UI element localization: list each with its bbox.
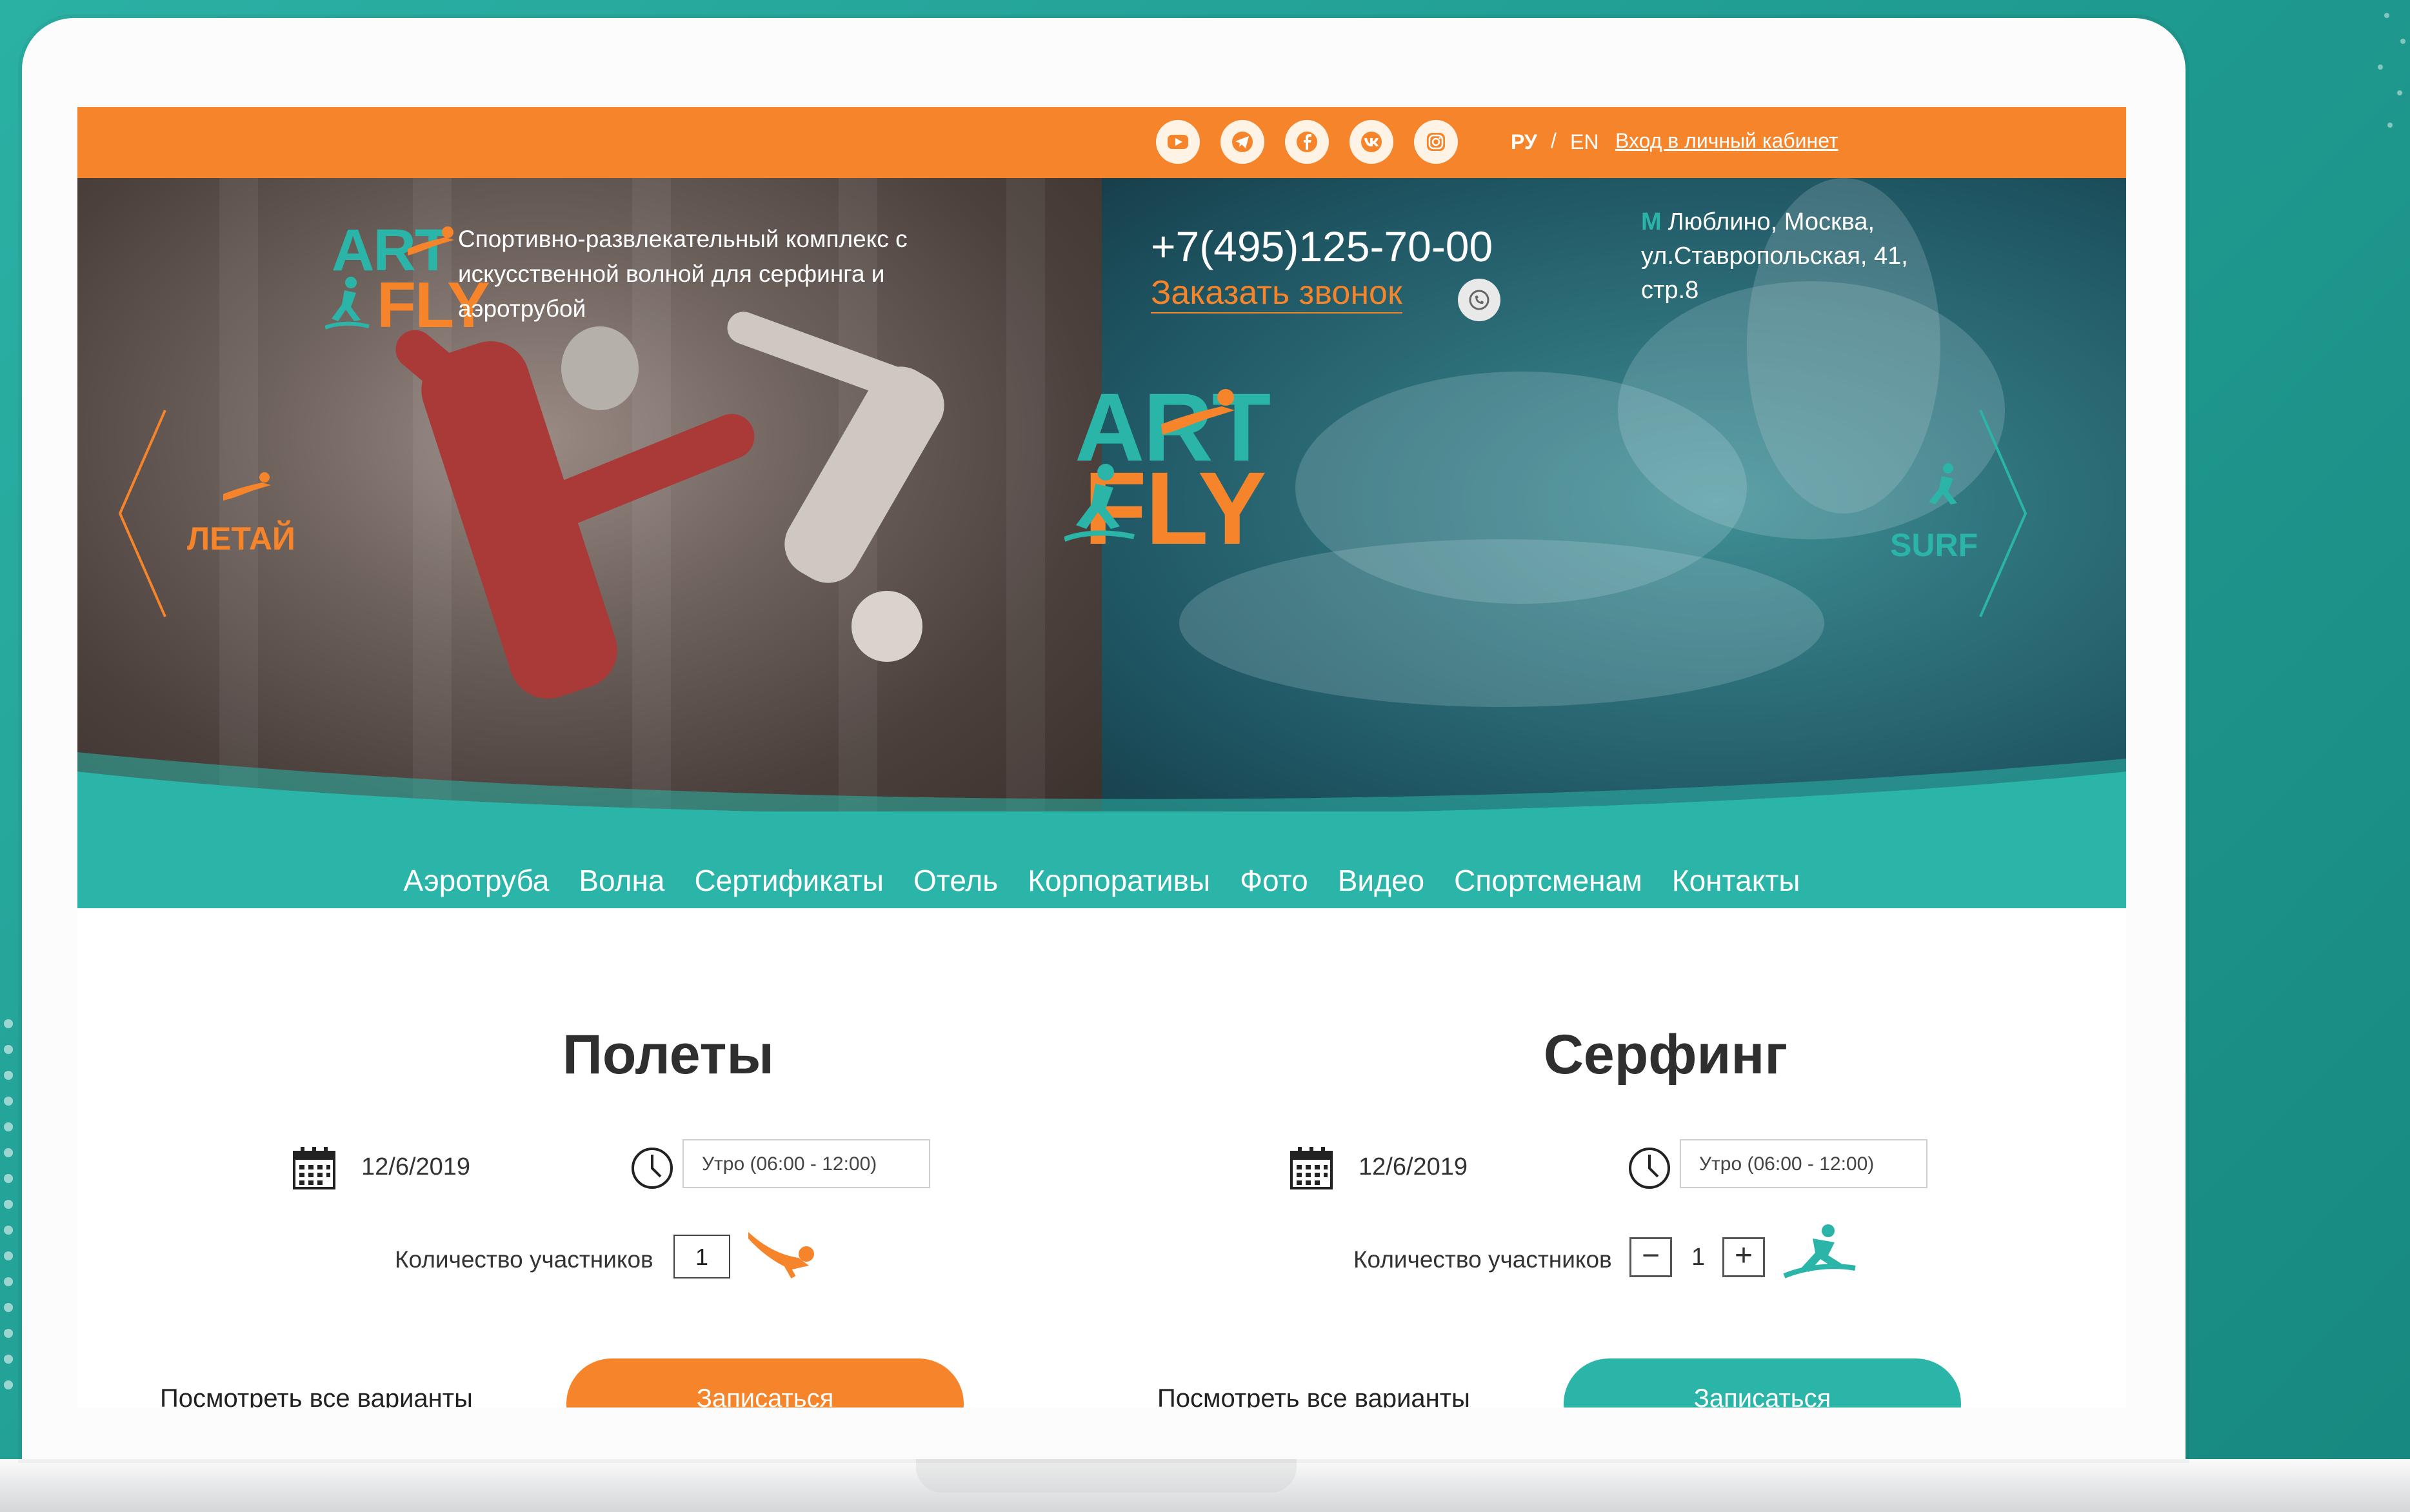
flights-time-select[interactable]: Утро (06:00 - 12:00) bbox=[682, 1139, 930, 1188]
surf-slide-icon bbox=[1929, 463, 1957, 504]
calendar-icon[interactable] bbox=[1289, 1146, 1334, 1191]
nav-item-certificates[interactable]: Сертификаты bbox=[694, 863, 884, 898]
surfing-qty-label: Количество участников bbox=[1353, 1246, 1612, 1273]
address-text: Люблино, Москва, ул.Ставропольская, 41, … bbox=[1641, 208, 1908, 304]
slider-prev-arrow[interactable] bbox=[114, 404, 178, 623]
laptop-frame: РУ / EN Вход в личный кабинет ART FLY Сп… bbox=[22, 18, 2186, 1459]
surfing-date[interactable]: 12/6/2019 bbox=[1359, 1153, 1468, 1181]
tagline: Спортивно-развлекательный комплекс с иск… bbox=[458, 226, 908, 322]
phone-number[interactable]: +7(495)125-70-00 bbox=[1151, 222, 1493, 271]
decorative-dots-right bbox=[2365, 0, 2410, 155]
calendar-icon[interactable] bbox=[292, 1146, 337, 1191]
nav-item-aerotube[interactable]: Аэротруба bbox=[404, 863, 550, 898]
surfing-view-all-link[interactable]: Посмотреть все варианты bbox=[1157, 1384, 1470, 1408]
surfing-qty-plus-button[interactable]: + bbox=[1722, 1237, 1765, 1277]
facebook-icon[interactable] bbox=[1285, 120, 1329, 164]
login-link[interactable]: Вход в личный кабинет bbox=[1615, 129, 1838, 153]
flights-view-all-link[interactable]: Посмотреть все варианты bbox=[160, 1384, 473, 1408]
center-flyer-icon bbox=[1161, 389, 1235, 435]
whatsapp-icon[interactable] bbox=[1458, 279, 1500, 321]
telegram-icon[interactable] bbox=[1220, 120, 1264, 164]
center-surfer-icon bbox=[1064, 464, 1135, 542]
lang-separator: / bbox=[1551, 129, 1557, 152]
flyer-icon bbox=[748, 1232, 814, 1278]
slider-next-arrow[interactable] bbox=[1967, 404, 2032, 623]
flights-title: Полеты bbox=[563, 1024, 774, 1086]
clock-icon bbox=[1629, 1148, 1670, 1189]
nav-item-wave[interactable]: Волна bbox=[579, 863, 664, 898]
flights-book-button[interactable]: Записаться bbox=[566, 1358, 964, 1408]
flights-qty-label: Количество участников bbox=[395, 1246, 653, 1273]
top-bar: РУ / EN Вход в личный кабинет bbox=[77, 107, 2126, 178]
surf-slide-label[interactable]: SURF bbox=[1890, 526, 1978, 564]
flights-date[interactable]: 12/6/2019 bbox=[361, 1153, 470, 1181]
surfing-title: Серфинг bbox=[1543, 1024, 1788, 1086]
nav-items: Аэротруба Волна Сертификаты Отель Корпор… bbox=[77, 863, 2126, 898]
laptop-notch bbox=[916, 1459, 1297, 1493]
surfing-qty-minus-button[interactable]: − bbox=[1629, 1237, 1672, 1277]
nav-item-corporate[interactable]: Корпоративы bbox=[1028, 863, 1210, 898]
vk-icon[interactable] bbox=[1349, 120, 1393, 164]
surfer-icon bbox=[1783, 1224, 1856, 1278]
nav-item-athletes[interactable]: Спортсменам bbox=[1454, 863, 1642, 898]
website-screen: РУ / EN Вход в личный кабинет ART FLY Сп… bbox=[77, 107, 2126, 1408]
nav-item-contacts[interactable]: Контакты bbox=[1672, 863, 1800, 898]
lang-ru-link[interactable]: РУ bbox=[1511, 130, 1537, 154]
callback-link[interactable]: Заказать звонок bbox=[1151, 274, 1402, 313]
hero-banner: ART FLY Спортивно-развлекательный компле… bbox=[77, 178, 2126, 823]
nav-item-video[interactable]: Видео bbox=[1338, 863, 1424, 898]
main-nav: Аэротруба Волна Сертификаты Отель Корпор… bbox=[77, 811, 2126, 908]
metro-icon: M bbox=[1641, 208, 1662, 235]
flights-qty-input[interactable]: 1 bbox=[673, 1235, 730, 1278]
fly-slide-label[interactable]: ЛЕТАЙ bbox=[187, 520, 295, 557]
header-logo[interactable]: ART FLY bbox=[325, 217, 490, 341]
surfer-icon bbox=[325, 277, 370, 330]
surfing-qty-value: 1 bbox=[1691, 1244, 1706, 1271]
address: M Люблино, Москва, ул.Ставропольская, 41,… bbox=[1641, 205, 1925, 308]
surfing-book-button[interactable]: Записаться bbox=[1564, 1358, 1961, 1408]
nav-item-hotel[interactable]: Отель bbox=[913, 863, 998, 898]
fly-slide-icon bbox=[223, 472, 271, 501]
instagram-icon[interactable] bbox=[1414, 120, 1458, 164]
surfing-time-select[interactable]: Утро (06:00 - 12:00) bbox=[1680, 1139, 1927, 1188]
clock-icon bbox=[632, 1148, 673, 1189]
youtube-icon[interactable] bbox=[1156, 120, 1200, 164]
nav-item-photo[interactable]: Фото bbox=[1240, 863, 1308, 898]
lang-en-link[interactable]: EN bbox=[1570, 130, 1598, 154]
flyer-icon bbox=[408, 226, 454, 255]
center-logo: ART FLY bbox=[1000, 372, 1271, 566]
